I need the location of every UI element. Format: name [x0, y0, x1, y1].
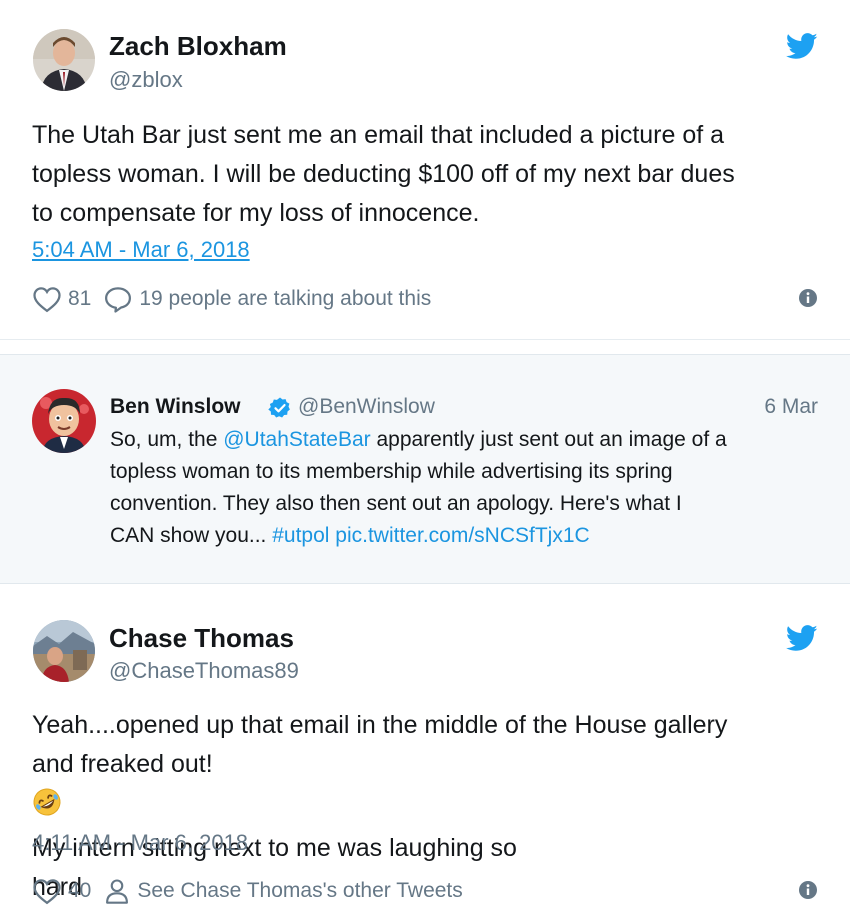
like-button[interactable]: 81 — [32, 285, 91, 313]
verified-badge-icon — [268, 396, 292, 425]
avatar[interactable] — [32, 389, 96, 453]
tweet-text-line: to compensate for my loss of innocence. — [32, 199, 480, 227]
author-handle[interactable]: @ChaseThomas89 — [109, 658, 299, 684]
avatar[interactable] — [33, 620, 95, 682]
heart-icon — [33, 879, 61, 905]
avatar[interactable] — [33, 29, 95, 91]
other-tweets-label: See Chase Thomas's other Tweets — [137, 879, 463, 902]
conversation-link[interactable]: 19 people are talking about this — [103, 285, 431, 313]
like-count: 40 — [68, 879, 92, 902]
author-name[interactable]: Zach Bloxham — [109, 31, 287, 62]
quoted-author-name[interactable]: Ben Winslow — [110, 395, 240, 419]
speech-bubble-icon — [105, 287, 132, 313]
quoted-text-line: topless woman to its membership while ad… — [110, 460, 673, 483]
pic-link[interactable]: pic.twitter.com/sNCSfTjx1C — [329, 524, 589, 547]
rofl-emoji-icon — [32, 787, 62, 829]
tweet-card-chase: Chase Thomas @ChaseThomas89 Yeah....open… — [0, 600, 850, 917]
like-button[interactable]: 40 — [32, 877, 91, 905]
heart-icon — [33, 287, 61, 313]
tweet-actions: 40 See Chase Thomas's other Tweets — [32, 875, 475, 907]
author-name[interactable]: Chase Thomas — [109, 623, 294, 654]
tweet-card-zach: Zach Bloxham @zblox The Utah Bar just se… — [0, 0, 850, 340]
tweet-timestamp[interactable]: 4:11 AM - Mar 6, 2018 — [32, 830, 248, 856]
tweet-text: The Utah Bar just sent me an email that … — [32, 116, 822, 233]
tweet-text-line: topless woman. I will be deducting $100 … — [32, 160, 735, 188]
quoted-tweet-text: So, um, the @UtahStateBar apparently jus… — [110, 424, 830, 552]
person-icon — [106, 879, 129, 904]
other-tweets-link[interactable]: See Chase Thomas's other Tweets — [103, 877, 463, 905]
hashtag-link[interactable]: #utpol — [272, 524, 329, 547]
tweet-actions: 81 19 people are talking about this — [32, 283, 443, 315]
mention-link[interactable]: @UtahStateBar — [223, 428, 370, 451]
info-icon[interactable] — [798, 880, 818, 905]
tweet-text-line: Yeah....opened up that email in the midd… — [32, 711, 728, 739]
twitter-bird-icon[interactable] — [785, 625, 818, 657]
info-icon[interactable] — [798, 288, 818, 313]
talking-count: 19 people are talking about this — [139, 287, 432, 310]
quoted-text-line: So, um, the @UtahStateBar apparently jus… — [110, 424, 830, 456]
like-count: 81 — [68, 287, 92, 310]
quoted-author-handle[interactable]: @BenWinslow — [298, 395, 435, 419]
text-segment: So, um, the — [110, 428, 224, 451]
twitter-bird-icon[interactable] — [785, 33, 818, 65]
text-segment: and freaked out! — [32, 750, 213, 778]
tweet-text-line: The Utah Bar just sent me an email that … — [32, 121, 725, 149]
author-handle[interactable]: @zblox — [109, 67, 183, 93]
text-segment: apparently just sent out an image of a — [370, 428, 727, 451]
quoted-text-line: convention. They also then sent out an a… — [110, 492, 682, 515]
text-segment: CAN show you... — [110, 524, 273, 547]
quoted-text-line: CAN show you... #utpol pic.twitter.com/s… — [110, 520, 830, 552]
tweet-timestamp-link[interactable]: 5:04 AM - Mar 6, 2018 — [32, 237, 250, 263]
quoted-date[interactable]: 6 Mar — [764, 395, 818, 419]
